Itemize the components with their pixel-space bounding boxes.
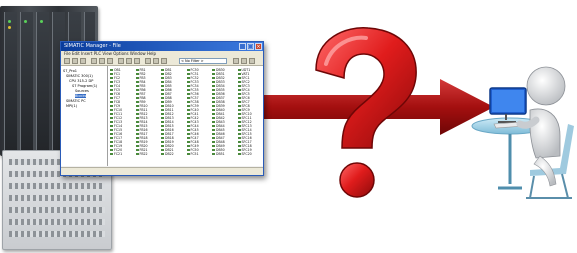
block-item[interactable]: FC51 — [186, 152, 211, 156]
question-mark-icon — [315, 27, 417, 198]
block-item[interactable]: SFC20 — [237, 152, 262, 156]
block-item[interactable]: DB22 — [161, 152, 185, 156]
list-column: DB30 DB31 DB32 DB33 DB34 DB35 DB36 DB37 DB38 DB39… — [212, 68, 236, 156]
tree-node[interactable]: Sources — [75, 89, 89, 93]
status-bar — [61, 167, 263, 175]
list-view-icon[interactable] — [145, 58, 151, 64]
list-column: UDT1 VAT1 SFC1 SFC2 SFC3 SFC4 SFC5 SFC6 SFC7 SFC8… — [237, 68, 262, 156]
open-icon[interactable] — [72, 58, 78, 64]
info-icon[interactable] — [249, 58, 255, 64]
download-icon[interactable] — [118, 58, 124, 64]
illustration: SIMATIC Manager - File _ □ × File Edit I… — [0, 0, 577, 253]
toolbar: < No Filter > — [61, 57, 263, 66]
person-at-computer-icon — [471, 66, 574, 199]
online-icon[interactable] — [126, 58, 132, 64]
help-icon[interactable] — [233, 58, 239, 64]
copy-icon[interactable] — [99, 58, 105, 64]
tree-node[interactable]: MPI(1) — [66, 104, 77, 108]
minimize-icon[interactable]: _ — [239, 43, 246, 50]
tree-node-selected[interactable]: Blocks — [75, 94, 87, 98]
offline-icon[interactable] — [134, 58, 140, 64]
save-icon[interactable] — [80, 58, 86, 64]
project-tree: S7_Pro1 SIMATIC 300(1) CPU 315-2 DP S7 P… — [61, 66, 108, 166]
details-view-icon[interactable] — [153, 58, 159, 64]
block-item[interactable]: DB51 — [212, 152, 236, 156]
list-column: OB1 FC1 FC2 FC3 FC4 FC5 FC6 FC7 FC8 FC9 FC10 FC11 FC… — [110, 68, 134, 156]
tree-node[interactable]: SIMATIC PC — [66, 99, 86, 103]
block-list: OB1 FC1 FC2 FC3 FC4 FC5 FC6 FC7 FC8 FC9 FC10 FC11 FC… — [108, 66, 263, 166]
close-icon[interactable]: × — [255, 43, 262, 50]
tree-node[interactable]: CPU 315-2 DP — [69, 79, 93, 83]
filter-select[interactable]: < No Filter > — [179, 58, 227, 64]
paste-icon[interactable] — [107, 58, 113, 64]
list-column: FB1 FB2 FB3 FB4 FB5 FB6 FB7 FB8 FB9 FB10 FB11 FB12 F… — [135, 68, 160, 156]
block-item[interactable]: FB22 — [135, 152, 160, 156]
window-title: SIMATIC Manager - File — [64, 43, 121, 49]
window-body: S7_Pro1 SIMATIC 300(1) CPU 315-2 DP S7 P… — [61, 66, 263, 166]
software-window: SIMATIC Manager - File _ □ × File Edit I… — [60, 41, 264, 176]
tree-node[interactable]: S7_Pro1 — [63, 69, 77, 73]
tree-node[interactable]: SIMATIC 300(1) — [66, 74, 93, 78]
new-icon[interactable] — [64, 58, 70, 64]
filter-icon[interactable] — [161, 58, 167, 64]
cut-icon[interactable] — [91, 58, 97, 64]
window-titlebar: SIMATIC Manager - File _ □ × — [61, 42, 263, 51]
list-column: FC30 FC31 FC32 FC33 FC34 FC35 FC36 FC37 FC38 FC39… — [186, 68, 211, 156]
block-item[interactable]: FC21 — [110, 152, 134, 156]
list-column: DB1 DB2 DB3 DB4 DB5 DB6 DB7 DB8 DB9 DB10 DB11 DB12 D… — [161, 68, 185, 156]
settings-icon[interactable] — [241, 58, 247, 64]
tree-node[interactable]: S7 Program(1) — [72, 84, 97, 88]
maximize-icon[interactable]: □ — [247, 43, 254, 50]
